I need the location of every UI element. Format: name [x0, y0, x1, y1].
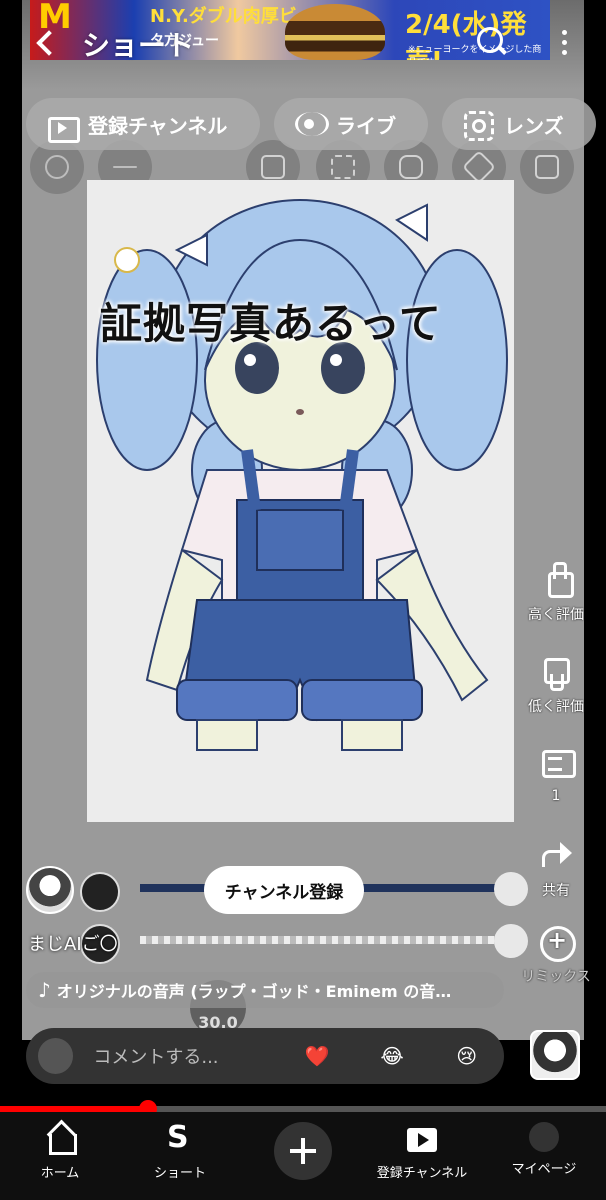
chip-lens[interactable]: レンズ — [442, 98, 596, 150]
chip-subscriptions[interactable]: 登録チャンネル — [26, 98, 260, 150]
drawing-canvas — [87, 180, 514, 822]
like-button[interactable]: 高く評価 — [520, 562, 592, 624]
share-icon — [538, 838, 574, 874]
slider-knob — [494, 872, 528, 906]
shorts-icon — [163, 1120, 197, 1156]
nav-mypage[interactable]: マイページ — [484, 1122, 604, 1177]
page-title: ショート — [82, 29, 195, 62]
dislike-label: 低く評価 — [528, 699, 584, 715]
nav-label: ホーム — [40, 1166, 80, 1181]
cry-emoji-button[interactable]: 😢 — [429, 1044, 504, 1068]
sound-thumbnail[interactable] — [530, 1030, 580, 1080]
comment-input[interactable]: コメントする... — [93, 1043, 280, 1069]
home-icon — [43, 1122, 77, 1156]
remix-icon — [538, 924, 576, 962]
chip-label: ライブ — [336, 113, 396, 138]
search-icon[interactable] — [474, 24, 510, 60]
video-overlay-text: 証拠写真あるって — [100, 299, 442, 348]
comment-bar[interactable]: コメントする... ❤️ 😂 😢 — [26, 1028, 504, 1084]
account-avatar-icon — [529, 1122, 559, 1152]
more-vert-icon[interactable] — [556, 26, 572, 60]
nav-home[interactable]: ホーム — [0, 1122, 120, 1181]
live-icon — [294, 109, 329, 139]
chip-live[interactable]: ライブ — [274, 98, 428, 150]
nav-subscriptions[interactable]: 登録チャンネル — [362, 1122, 482, 1181]
nav-shorts[interactable]: ショート — [120, 1120, 240, 1181]
slider-track — [140, 936, 510, 944]
top-bar: ショート — [22, 18, 584, 68]
nav-label: マイページ — [511, 1162, 577, 1177]
create-button[interactable] — [274, 1122, 332, 1180]
share-button[interactable]: 共有 — [520, 838, 592, 900]
share-label: 共有 — [542, 883, 570, 899]
laugh-emoji-button[interactable]: 😂 — [355, 1044, 430, 1068]
chip-label: 登録チャンネル — [88, 113, 228, 138]
thumbs-down-icon — [538, 654, 574, 691]
music-title: オリジナルの音声 (ラップ・ゴッド・Eminem の音… — [56, 982, 452, 1001]
bottom-nav: ホーム ショート 登録チャンネル マイページ — [0, 1112, 606, 1200]
nav-label: ショート — [153, 1166, 206, 1181]
remix-label: リミックス — [521, 969, 591, 985]
slider-knob — [494, 924, 528, 958]
nav-label: 登録チャンネル — [376, 1166, 468, 1181]
character-illustration — [96, 199, 508, 751]
music-bar[interactable]: ♪ オリジナルの音声 (ラップ・ゴッド・Eminem の音… — [26, 972, 504, 1008]
comment-count: 1 — [551, 788, 561, 804]
thumbs-up-icon — [538, 562, 574, 598]
channel-name[interactable]: まじAIご〇 — [28, 930, 118, 956]
heart-emoji-button[interactable]: ❤️ — [280, 1044, 355, 1068]
dial-icon — [80, 872, 120, 912]
comments-button[interactable]: 1 — [520, 746, 592, 804]
user-avatar — [38, 1038, 74, 1074]
chip-label: レンズ — [504, 113, 564, 138]
music-note-icon: ♪ — [38, 978, 51, 1002]
dislike-button[interactable]: 低く評価 — [520, 654, 592, 716]
opacity-slider — [80, 924, 530, 964]
like-label: 高く評価 — [528, 607, 584, 623]
channel-avatar[interactable] — [26, 866, 74, 914]
comment-icon — [538, 746, 576, 782]
subscriptions-icon — [46, 109, 80, 143]
subscribe-button[interactable]: チャンネル登録 — [204, 866, 364, 914]
back-arrow-icon[interactable] — [30, 24, 60, 60]
lens-icon — [462, 109, 494, 141]
subscriptions-icon — [405, 1122, 439, 1156]
